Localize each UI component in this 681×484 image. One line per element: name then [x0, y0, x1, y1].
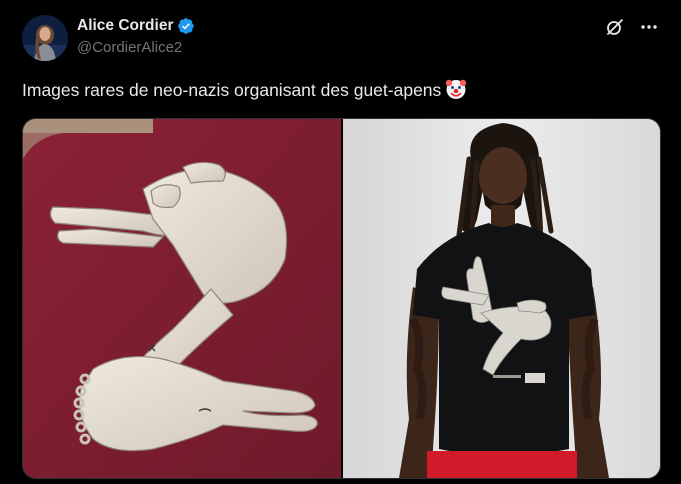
tweet-header: Alice Cordier @CordierAlice2 — [22, 15, 195, 61]
media-image-hand-gesture[interactable] — [23, 119, 341, 478]
clown-face-emoji-icon — [445, 78, 467, 100]
tweet-text: Images rares de neo-nazis organisant des… — [22, 78, 467, 102]
grok-icon[interactable] — [605, 17, 625, 37]
tweet[interactable]: Alice Cordier @CordierAlice2 Images rare… — [0, 0, 681, 484]
media-image-man-tshirt[interactable] — [343, 119, 660, 478]
name-row: Alice Cordier — [77, 16, 195, 36]
display-name[interactable]: Alice Cordier — [77, 16, 173, 36]
author-names: Alice Cordier @CordierAlice2 — [77, 16, 195, 58]
avatar[interactable] — [22, 15, 68, 61]
media-grid[interactable] — [22, 118, 661, 479]
handle[interactable]: @CordierAlice2 — [77, 38, 195, 58]
more-icon[interactable] — [639, 17, 659, 37]
verified-badge-icon — [177, 17, 195, 35]
tweet-text-body: Images rares de neo-nazis organisant des… — [22, 80, 442, 100]
top-actions — [605, 17, 659, 37]
